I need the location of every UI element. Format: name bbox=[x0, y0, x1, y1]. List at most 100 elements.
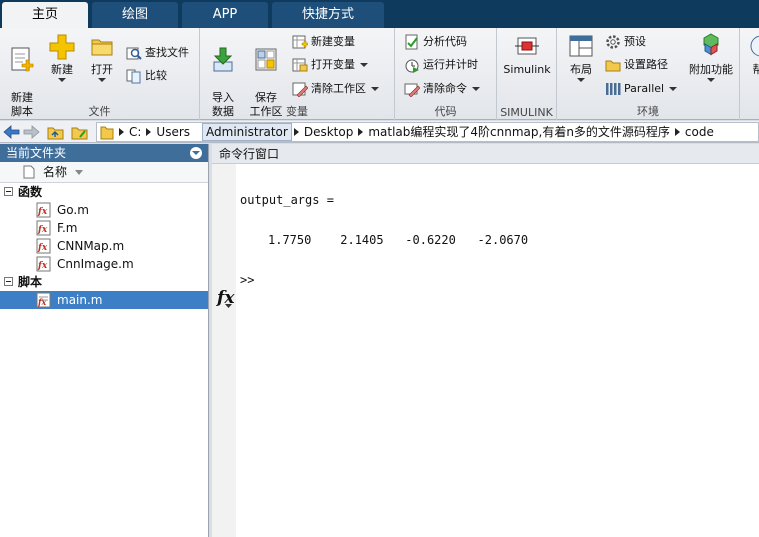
forward-arrow-icon[interactable] bbox=[23, 124, 40, 140]
new-dropdown-caret-icon[interactable] bbox=[58, 78, 66, 82]
compare-button[interactable]: 比较 bbox=[126, 66, 167, 86]
category-label: 脚本 bbox=[18, 275, 43, 289]
set-path-button[interactable]: 设置路径 bbox=[605, 55, 668, 75]
run-and-time-icon bbox=[405, 59, 419, 73]
back-arrow-icon[interactable] bbox=[3, 124, 20, 140]
preferences-label: 预设 bbox=[624, 35, 646, 48]
breadcrumb-item-project-folder[interactable]: matlab编程实现了4阶cnnmap,有着n多的文件源码程序 bbox=[365, 123, 673, 141]
list-item[interactable]: fx CNNMap.m bbox=[0, 237, 208, 255]
simulink-group: Simulink SIMULINK bbox=[497, 28, 557, 120]
open-variable-button[interactable]: 打开变量 bbox=[292, 55, 368, 75]
tab-plots[interactable]: 绘图 bbox=[92, 2, 178, 28]
breadcrumb-item-users[interactable]: Users bbox=[153, 123, 193, 141]
current-folder-panel: 当前文件夹 名称 函数 fx Go.m fx F.m fx CNNMap.m f… bbox=[0, 144, 209, 537]
run-and-time-button[interactable]: 运行并计时 bbox=[404, 55, 478, 75]
list-item[interactable]: fx Go.m bbox=[0, 201, 208, 219]
new-variable-label: 新建变量 bbox=[311, 35, 355, 48]
panel-actions-dropdown-icon[interactable] bbox=[190, 147, 202, 159]
import-data-icon bbox=[213, 47, 233, 72]
environment-group-label: 环境 bbox=[637, 105, 659, 118]
command-prompt[interactable]: >> bbox=[240, 273, 254, 287]
addons-button[interactable]: 附加功能 bbox=[685, 32, 737, 82]
code-group: 分析代码 运行并计时 清除命令 代码 bbox=[395, 28, 497, 120]
file-type-column-icon bbox=[23, 165, 35, 179]
tab-apps[interactable]: APP bbox=[182, 2, 268, 28]
matlab-function-file-icon: fx bbox=[36, 202, 51, 218]
breadcrumb-item-code[interactable]: code bbox=[682, 123, 717, 141]
help-button-partial[interactable]: 帮 bbox=[744, 32, 759, 77]
svg-text:fx: fx bbox=[37, 207, 48, 217]
clear-workspace-icon bbox=[292, 82, 308, 97]
clear-commands-button[interactable]: 清除命令 bbox=[404, 79, 480, 99]
category-functions[interactable]: 函数 bbox=[0, 183, 208, 201]
breadcrumb-item-administrator[interactable]: Administrator bbox=[202, 123, 292, 141]
find-files-button[interactable]: 查找文件 bbox=[126, 43, 189, 63]
svg-text:fx: fx bbox=[37, 225, 48, 235]
compare-icon bbox=[126, 69, 141, 84]
parallel-caret-icon[interactable] bbox=[669, 87, 678, 91]
simulink-group-label: SIMULINK bbox=[500, 106, 553, 119]
clear-commands-caret-icon[interactable] bbox=[472, 87, 480, 91]
variable-group: 导入 数据 保存 工作区 新建变量 打开变量 清除工作区 变量 bbox=[200, 28, 395, 120]
fx-dropdown-caret-icon[interactable] bbox=[225, 304, 233, 309]
layout-caret-icon[interactable] bbox=[577, 78, 585, 82]
breadcrumb-separator-icon bbox=[358, 128, 364, 136]
tab-home[interactable]: 主页 bbox=[2, 2, 88, 28]
parallel-label: Parallel bbox=[624, 82, 665, 95]
svg-text:fx: fx bbox=[37, 243, 48, 253]
new-button[interactable]: 新建 bbox=[44, 32, 80, 82]
file-name: CNNMap.m bbox=[57, 239, 125, 253]
help-icon bbox=[750, 35, 759, 57]
browse-folder-icon[interactable] bbox=[71, 124, 88, 140]
name-column-header[interactable]: 名称 bbox=[0, 162, 208, 183]
addons-cubes-icon bbox=[703, 33, 719, 56]
command-window[interactable]: 命令行窗口 fx output_args = 1.7750 2.1405 -0.… bbox=[212, 144, 759, 537]
file-group: 新建 脚本 新建 打开 查找文件 比较 文件 bbox=[0, 28, 200, 120]
analyze-code-icon bbox=[405, 34, 418, 50]
collapse-toggle-icon[interactable] bbox=[4, 277, 13, 286]
analyze-code-button[interactable]: 分析代码 bbox=[404, 32, 467, 52]
clear-workspace-button[interactable]: 清除工作区 bbox=[292, 79, 379, 99]
open-label: 打开 bbox=[91, 63, 113, 76]
clear-workspace-label: 清除工作区 bbox=[311, 82, 366, 95]
compare-label: 比较 bbox=[145, 69, 167, 82]
file-group-label: 文件 bbox=[88, 105, 111, 118]
addons-caret-icon[interactable] bbox=[707, 78, 715, 82]
collapse-toggle-icon[interactable] bbox=[4, 187, 13, 196]
open-button[interactable]: 打开 bbox=[84, 32, 120, 82]
parallel-button[interactable]: Parallel bbox=[605, 79, 678, 99]
breadcrumb-item-desktop[interactable]: Desktop bbox=[301, 123, 357, 141]
run-and-time-label: 运行并计时 bbox=[423, 58, 478, 71]
matlab-function-file-icon: fx bbox=[36, 238, 51, 254]
breadcrumb-item-c-drive[interactable]: C: bbox=[126, 123, 144, 141]
simulink-icon bbox=[515, 37, 539, 55]
preferences-button[interactable]: 预设 bbox=[605, 32, 646, 52]
toolstrip: 新建 脚本 新建 打开 查找文件 比较 文件 导入 数据 保存 工作区 新建变量… bbox=[0, 28, 759, 120]
breadcrumb-separator-icon bbox=[119, 128, 124, 136]
save-workspace-icon bbox=[255, 48, 277, 71]
simulink-button[interactable]: Simulink bbox=[501, 32, 553, 77]
file-name: CnnImage.m bbox=[57, 257, 134, 271]
new-variable-button[interactable]: 新建变量 bbox=[292, 32, 355, 52]
help-label: 帮 bbox=[752, 63, 759, 76]
open-folder-icon bbox=[91, 39, 113, 56]
list-item[interactable]: fx F.m bbox=[0, 219, 208, 237]
list-item[interactable]: fx CnnImage.m bbox=[0, 255, 208, 273]
file-name: Go.m bbox=[57, 203, 89, 217]
category-scripts[interactable]: 脚本 bbox=[0, 273, 208, 291]
variable-group-label: 变量 bbox=[286, 105, 308, 118]
up-folder-icon[interactable] bbox=[47, 124, 64, 140]
layout-button[interactable]: 布局 bbox=[563, 32, 599, 82]
open-dropdown-caret-icon[interactable] bbox=[98, 78, 106, 82]
file-name: main.m bbox=[57, 293, 103, 307]
breadcrumb-separator-icon bbox=[674, 128, 680, 136]
addons-label: 附加功能 bbox=[689, 63, 733, 76]
tab-shortcuts[interactable]: 快捷方式 bbox=[272, 2, 384, 28]
clear-workspace-caret-icon[interactable] bbox=[371, 87, 379, 91]
layout-label: 布局 bbox=[570, 63, 592, 76]
open-variable-caret-icon[interactable] bbox=[360, 63, 368, 67]
layout-icon bbox=[569, 35, 593, 57]
list-item-selected[interactable]: fx main.m bbox=[0, 291, 208, 309]
toolstrip-tabs: 主页 绘图 APP 快捷方式 bbox=[0, 0, 759, 28]
breadcrumb-folder-icon bbox=[100, 126, 114, 140]
